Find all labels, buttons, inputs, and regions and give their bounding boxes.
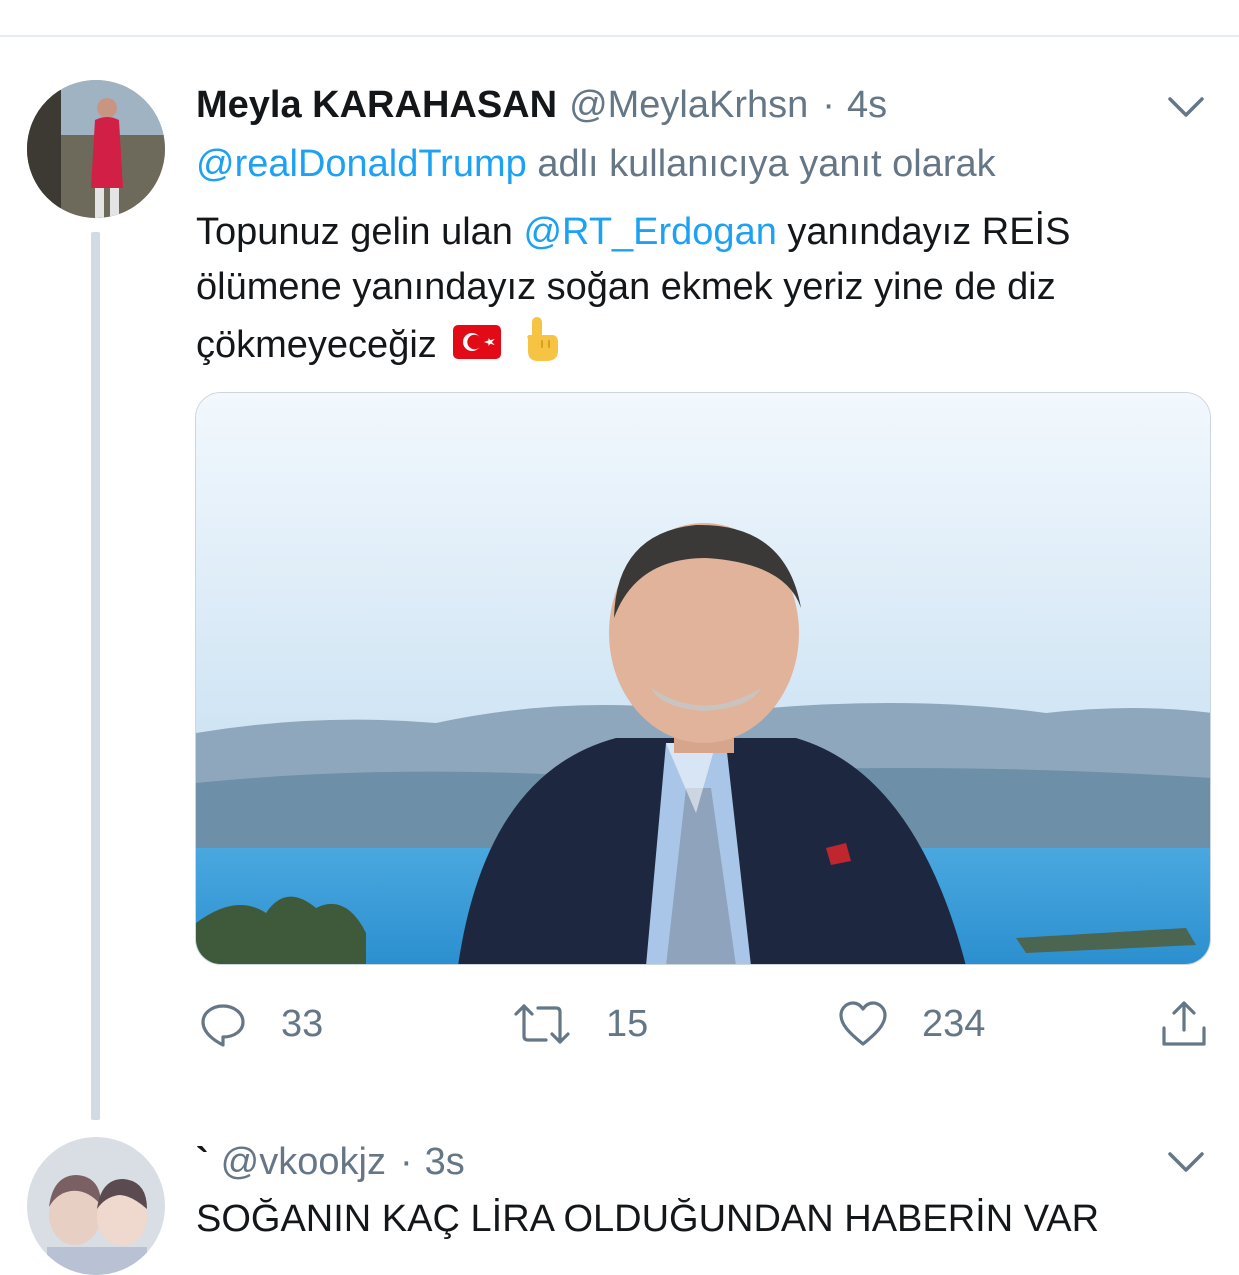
author-handle[interactable]: @vkookjz xyxy=(221,1141,386,1184)
tweet-header: Meyla KARAHASAN @MeylaKrhsn · 4s xyxy=(196,80,887,130)
tweet-text: Topunuz gelin ulan @RT_Erdogan yanındayı… xyxy=(196,205,1196,379)
reply-context-label: adlı kullanıcıya yanıt olarak xyxy=(537,143,996,185)
reply-count: 33 xyxy=(281,1002,324,1045)
retweet-icon xyxy=(512,1000,572,1048)
like-count: 234 xyxy=(922,1002,986,1045)
reply-button[interactable]: 33 xyxy=(199,996,323,1052)
like-icon xyxy=(838,1000,888,1048)
share-button[interactable] xyxy=(1158,996,1210,1052)
separator-dot: · xyxy=(399,1140,413,1183)
pointing-up-icon xyxy=(518,315,562,379)
tweet-text: SOĞANIN KAÇ LİRA OLDUĞUNDAN HABERİN VAR xyxy=(196,1198,1100,1240)
retweet-count: 15 xyxy=(606,1002,649,1045)
avatar[interactable] xyxy=(27,80,165,218)
tweet-text-line: çökmeyeceğiz xyxy=(196,324,437,367)
tweet-text-part: Topunuz gelin ulan xyxy=(196,211,513,253)
tweet-timestamp[interactable]: 3s xyxy=(425,1141,465,1184)
tweet-image[interactable] xyxy=(195,392,1211,965)
share-icon xyxy=(1158,998,1210,1050)
reply-context: @realDonaldTrump adlı kullanıcıya yanıt … xyxy=(196,143,996,186)
chevron-down-icon[interactable] xyxy=(1164,85,1208,129)
tweet-timestamp[interactable]: 4s xyxy=(847,84,887,127)
author-handle[interactable]: @MeylaKrhsn xyxy=(569,84,808,127)
retweet-button[interactable]: 15 xyxy=(512,996,648,1052)
author-name[interactable]: Meyla KARAHASAN xyxy=(196,84,557,127)
tweet-header: ` @vkookjz · 3s xyxy=(196,1137,465,1187)
top-divider xyxy=(0,35,1239,37)
avatar[interactable] xyxy=(27,1137,165,1275)
reply-icon xyxy=(199,1000,247,1048)
separator-dot: · xyxy=(822,83,835,126)
turkey-flag-icon xyxy=(453,320,502,375)
author-name[interactable]: ` xyxy=(196,1141,209,1184)
like-button[interactable]: 234 xyxy=(838,996,985,1052)
mention-link[interactable]: @RT_Erdogan xyxy=(523,211,776,253)
chevron-down-icon[interactable] xyxy=(1164,1140,1208,1184)
thread-line xyxy=(91,232,100,1120)
reply-mention-link[interactable]: @realDonaldTrump xyxy=(196,143,527,185)
tweet-text-part: yanındayız REİS xyxy=(787,211,1071,253)
tweet-text-line: ölümene yanındayız soğan ekmek yeriz yin… xyxy=(196,266,1056,308)
